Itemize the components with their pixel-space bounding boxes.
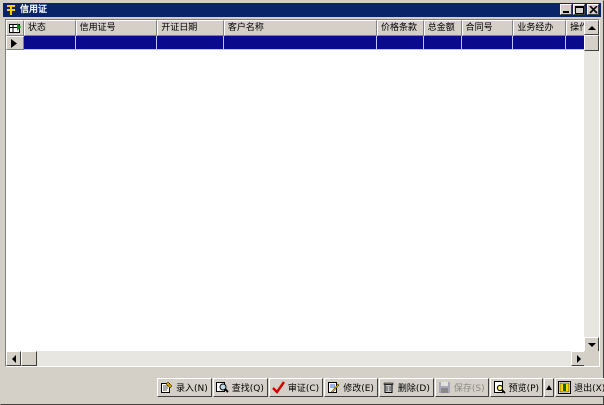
enter-button[interactable]: 录入(N) (157, 377, 212, 397)
window-title: 信用证 (20, 5, 48, 15)
preview-button[interactable]: 预览(P) (489, 377, 544, 397)
row-indicator (6, 36, 24, 50)
table-row[interactable] (6, 36, 587, 50)
table-cell[interactable] (157, 36, 224, 50)
grid-corner[interactable] (6, 20, 24, 36)
arrow-right-icon (577, 355, 581, 363)
trash-icon (382, 381, 395, 394)
arrow-down-icon (588, 343, 596, 347)
close-button[interactable] (587, 4, 599, 15)
title-bar[interactable]: 信用证 (3, 3, 601, 17)
table-cell[interactable] (423, 36, 462, 50)
approve-button[interactable]: 审证(C) (268, 377, 324, 397)
toolbar-button-label: 修改(E) (343, 383, 374, 394)
edit-doc-icon (160, 381, 173, 394)
exit-button[interactable]: 退出(X) (555, 377, 604, 397)
scroll-down-button[interactable] (584, 337, 599, 352)
minimize-button[interactable] (560, 4, 572, 15)
save-button[interactable]: 保存(S) (434, 377, 489, 397)
minimize-icon (563, 11, 569, 13)
preview-icon (493, 380, 506, 394)
toolbar-button-label: 审证(C) (287, 383, 320, 394)
pencil-doc-icon (327, 381, 340, 394)
table-cell[interactable] (23, 36, 76, 50)
credit-letter-window: 信用证 状态信用证号开证日期客户名称价格条款总金额合同号业务经办操作 (0, 0, 604, 405)
exit-icon (558, 380, 572, 394)
find-button[interactable]: 查找(Q) (212, 377, 268, 397)
toolbar-button-label: 录入(N) (176, 383, 208, 394)
toolbar-button-label: 查找(Q) (231, 383, 264, 394)
column-header[interactable]: 业务经办 (513, 20, 567, 36)
toolbar-nav-button[interactable] (544, 377, 555, 397)
toolbar-button-label: 预览(P) (508, 383, 540, 394)
arrow-up-small-icon (546, 384, 553, 390)
arrow-up-icon (588, 26, 596, 30)
column-header[interactable]: 信用证号 (75, 20, 158, 36)
size-grip (584, 351, 599, 366)
vertical-scrollbar[interactable] (584, 20, 599, 352)
delete-button[interactable]: 删除(D) (378, 377, 434, 397)
column-header[interactable]: 客户名称 (223, 20, 378, 36)
checkmark-icon (272, 380, 285, 394)
close-icon (589, 6, 598, 14)
toolbar-button-label: 退出(X) (574, 383, 604, 394)
column-header[interactable]: 开证日期 (157, 20, 224, 36)
table-cell[interactable] (461, 36, 514, 50)
current-row-arrow-icon (11, 39, 17, 48)
table-cell[interactable] (223, 36, 378, 50)
bottom-toolbar: 录入(N) 查找(Q) 审证(C) 修改(E) 删除(D) 保存(S) 预览(P) 退出(X) (157, 377, 604, 397)
column-header[interactable]: 价格条款 (377, 20, 424, 36)
column-header[interactable]: 状态 (23, 20, 76, 36)
vertical-scroll-thumb[interactable] (584, 35, 599, 51)
table-cell[interactable] (75, 36, 158, 50)
column-header[interactable]: 总金额 (423, 20, 462, 36)
table-cell[interactable] (513, 36, 567, 50)
column-header[interactable]: 操作 (566, 20, 586, 36)
app-icon[interactable] (5, 4, 17, 16)
scroll-left-button[interactable] (6, 351, 21, 366)
modify-button[interactable]: 修改(E) (324, 377, 378, 397)
horizontal-scroll-thumb[interactable] (21, 351, 37, 366)
data-grid[interactable]: 状态信用证号开证日期客户名称价格条款总金额合同号业务经办操作 (5, 19, 600, 367)
scroll-up-button[interactable] (584, 20, 599, 35)
floppy-icon (438, 381, 451, 394)
toolbar-button-label: 保存(S) (453, 383, 485, 394)
magnifier-icon (215, 381, 229, 394)
table-icon (9, 23, 21, 33)
maximize-icon (575, 6, 584, 14)
horizontal-scrollbar[interactable] (6, 351, 586, 366)
arrow-left-icon (12, 355, 16, 363)
maximize-button[interactable] (573, 4, 585, 15)
table-cell[interactable] (377, 36, 424, 50)
toolbar-button-label: 删除(D) (397, 383, 430, 394)
column-header[interactable]: 合同号 (461, 20, 514, 36)
grid-header: 状态信用证号开证日期客户名称价格条款总金额合同号业务经办操作 (6, 20, 586, 36)
